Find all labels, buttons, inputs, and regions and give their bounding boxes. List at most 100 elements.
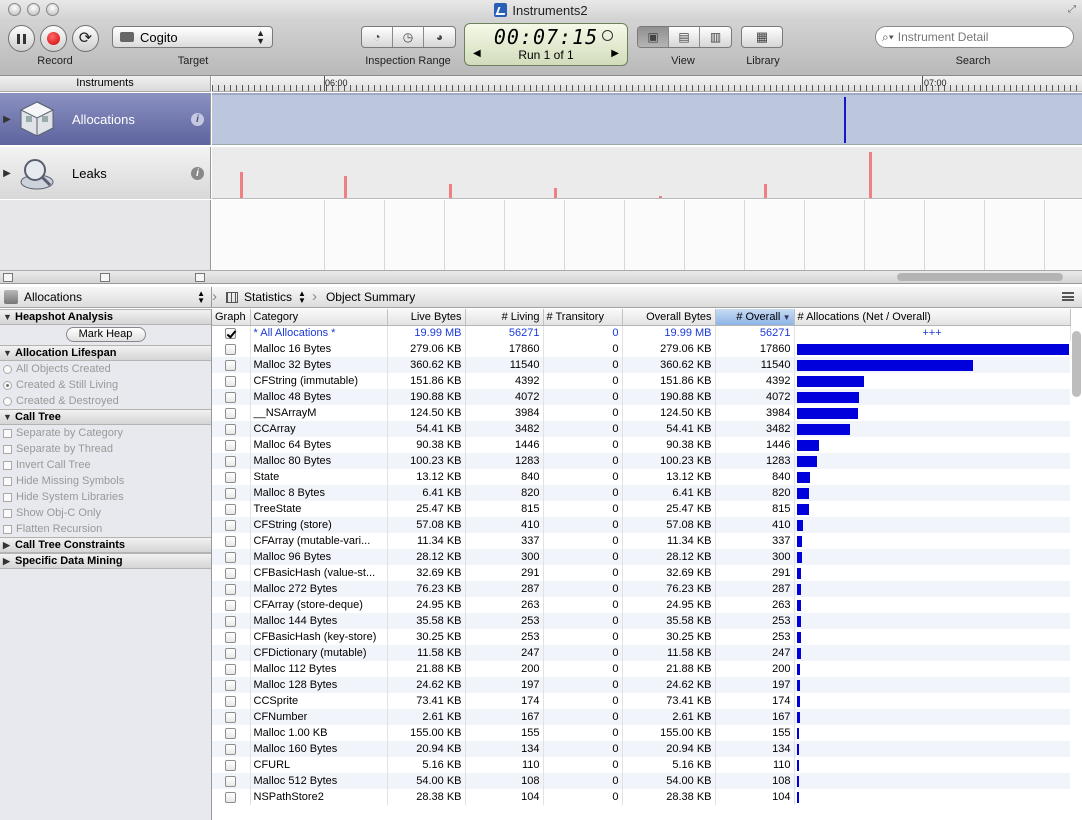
graph-checkbox[interactable] — [225, 503, 237, 515]
view-left-pane-button[interactable]: ▣ — [638, 27, 669, 47]
table-row[interactable]: Malloc 8 Bytes 6.41 KB 820 0 6.41 KB 820 — [212, 485, 1070, 501]
graph-checkbox-cell[interactable] — [212, 501, 251, 517]
radio-button[interactable] — [3, 364, 12, 374]
table-row[interactable]: CFString (store) 57.08 KB 410 0 57.08 KB 410 — [212, 517, 1070, 533]
table-row[interactable]: TreeState 25.47 KB 815 0 25.47 KB 815 — [212, 501, 1070, 517]
call-tree-option[interactable]: Flatten Recursion — [0, 521, 211, 537]
table-row[interactable]: CFURL 5.16 KB 110 0 5.16 KB 110 — [212, 757, 1070, 773]
table-row[interactable]: Malloc 512 Bytes 54.00 KB 108 0 54.00 KB 108 — [212, 773, 1070, 789]
zoom-window-button[interactable] — [46, 3, 59, 16]
table-row[interactable]: CCSprite 73.41 KB 174 0 73.41 KB 174 — [212, 693, 1070, 709]
loop-button[interactable]: ⟳ — [72, 25, 99, 52]
range-start-button[interactable]: ◔ — [362, 27, 393, 47]
fullscreen-icon[interactable]: ⤢ — [1068, 4, 1076, 15]
checkbox[interactable] — [3, 524, 12, 534]
lifespan-option[interactable]: Created & Destroyed — [0, 393, 211, 409]
call-tree-option[interactable]: Hide Missing Symbols — [0, 473, 211, 489]
instrument-selector[interactable]: Allocations ▲ ▼ — [0, 287, 212, 307]
target-popup[interactable]: Cogito ▲ ▼ — [112, 26, 273, 48]
track-splitter-handle[interactable] — [100, 273, 110, 282]
call-tree-option[interactable]: Separate by Category — [0, 425, 211, 441]
breadcrumb-object-summary[interactable]: Object Summary — [320, 287, 421, 307]
info-icon[interactable]: i — [191, 112, 204, 126]
section-call-tree-constraints[interactable]: ▶ Call Tree Constraints — [0, 537, 211, 553]
graph-checkbox-cell[interactable] — [212, 629, 251, 645]
track-graph-icon[interactable] — [3, 273, 13, 282]
table-row[interactable]: CFArray (store-deque) 24.95 KB 263 0 24.95 K… — [212, 597, 1070, 613]
graph-checkbox-cell[interactable] — [212, 661, 251, 677]
call-tree-option[interactable]: Show Obj-C Only — [0, 505, 211, 521]
graph-checkbox[interactable] — [225, 759, 237, 771]
graph-checkbox[interactable] — [225, 679, 237, 691]
column-header-living[interactable]: # Living — [465, 309, 544, 326]
radio-button[interactable] — [3, 396, 12, 406]
graph-checkbox[interactable] — [225, 775, 237, 787]
section-allocation-lifespan[interactable]: ▼ Allocation Lifespan — [0, 345, 211, 361]
range-clear-button[interactable]: ◷ — [393, 27, 424, 47]
graph-checkbox[interactable] — [225, 487, 237, 499]
graph-checkbox[interactable] — [225, 743, 237, 755]
graph-checkbox-cell[interactable] — [212, 325, 251, 341]
lifespan-option[interactable]: All Objects Created — [0, 361, 211, 377]
graph-checkbox-cell[interactable] — [212, 645, 251, 661]
table-row[interactable]: Malloc 128 Bytes 24.62 KB 197 0 24.62 KB 197 — [212, 677, 1070, 693]
section-call-tree[interactable]: ▼ Call Tree — [0, 409, 211, 425]
table-row-total[interactable]: * All Allocations * 19.99 MB 56271 0 19.… — [212, 325, 1071, 341]
table-row[interactable]: Malloc 160 Bytes 20.94 KB 134 0 20.94 KB 134 — [212, 741, 1070, 757]
column-header-overall-bytes[interactable]: Overall Bytes — [622, 309, 716, 326]
graph-checkbox-cell[interactable] — [212, 581, 251, 597]
table-row[interactable]: Malloc 96 Bytes 28.12 KB 300 0 28.12 KB 300 — [212, 549, 1070, 565]
instrument-row-leaks[interactable]: ▶ Leaks i — [0, 147, 211, 199]
table-row[interactable]: CFBasicHash (value-st... 32.69 KB 291 0 32.6… — [212, 565, 1070, 581]
table-row[interactable]: __NSArrayM 124.50 KB 3984 0 124.50 KB 3984 — [212, 405, 1070, 421]
next-run-icon[interactable]: ▶ — [611, 48, 619, 59]
call-tree-option[interactable]: Separate by Thread — [0, 441, 211, 457]
record-button[interactable] — [40, 25, 67, 52]
graph-checkbox-cell[interactable] — [212, 741, 251, 757]
graph-checkbox-cell[interactable] — [212, 373, 251, 389]
graph-checkbox-cell[interactable] — [212, 773, 251, 789]
column-header-transitory[interactable]: # Transitory — [543, 309, 623, 326]
graph-checkbox-cell[interactable] — [212, 757, 251, 773]
section-heapshot[interactable]: ▼ Heapshot Analysis — [0, 309, 211, 325]
column-header-graph[interactable]: Graph — [212, 309, 251, 326]
column-header-allocations-graph[interactable]: # Allocations (Net / Overall) — [794, 309, 1071, 326]
graph-checkbox-cell[interactable] — [212, 437, 251, 453]
table-row[interactable]: NSPathStore2 28.38 KB 104 0 28.38 KB 104 — [212, 789, 1070, 805]
close-window-button[interactable] — [8, 3, 21, 16]
graph-checkbox[interactable] — [225, 583, 237, 595]
table-row[interactable]: Malloc 144 Bytes 35.58 KB 253 0 35.58 KB 253 — [212, 613, 1070, 629]
menu-icon[interactable] — [1062, 292, 1074, 301]
graph-checkbox-cell[interactable] — [212, 469, 251, 485]
library-button[interactable]: ▦ — [741, 26, 783, 48]
graph-checkbox[interactable] — [225, 727, 237, 739]
table-row[interactable]: Malloc 32 Bytes 360.62 KB 11540 0 360.62 KB 1… — [212, 357, 1070, 373]
table-row[interactable]: CFString (immutable) 151.86 KB 4392 0 151.86… — [212, 373, 1070, 389]
graph-checkbox[interactable] — [225, 375, 237, 387]
graph-checkbox[interactable] — [225, 567, 237, 579]
graph-checkbox[interactable] — [225, 615, 237, 627]
info-icon[interactable]: i — [191, 166, 204, 180]
graph-checkbox[interactable] — [225, 407, 237, 419]
view-bottom-pane-button[interactable]: ▤ — [669, 27, 700, 47]
table-row[interactable]: Malloc 48 Bytes 190.88 KB 4072 0 190.88 KB 40… — [212, 389, 1070, 405]
graph-checkbox-cell[interactable] — [212, 421, 251, 437]
table-row[interactable]: Malloc 1.00 KB 155.00 KB 155 0 155.00 KB 155 — [212, 725, 1070, 741]
graph-checkbox-cell[interactable] — [212, 389, 251, 405]
allocations-track[interactable] — [212, 93, 1082, 145]
timer-clock-icon[interactable] — [602, 30, 613, 41]
view-right-pane-button[interactable]: ▥ — [700, 27, 731, 47]
graph-checkbox-cell[interactable] — [212, 549, 251, 565]
range-end-button[interactable]: ◕ — [424, 27, 455, 47]
table-row[interactable]: CFArray (mutable-vari... 11.34 KB 337 0 11.3… — [212, 533, 1070, 549]
previous-run-icon[interactable]: ◀ — [473, 48, 481, 59]
graph-checkbox[interactable] — [225, 439, 237, 451]
table-row[interactable]: State 13.12 KB 840 0 13.12 KB 840 — [212, 469, 1070, 485]
mark-heap-button[interactable]: Mark Heap — [65, 327, 146, 342]
table-vertical-scrollbar[interactable] — [1072, 331, 1081, 397]
graph-checkbox[interactable] — [225, 791, 237, 803]
call-tree-option[interactable]: Invert Call Tree — [0, 457, 211, 473]
timeline-ruler[interactable]: 06:00 07:00 — [212, 76, 1082, 92]
graph-checkbox[interactable] — [225, 455, 237, 467]
graph-checkbox-cell[interactable] — [212, 485, 251, 501]
